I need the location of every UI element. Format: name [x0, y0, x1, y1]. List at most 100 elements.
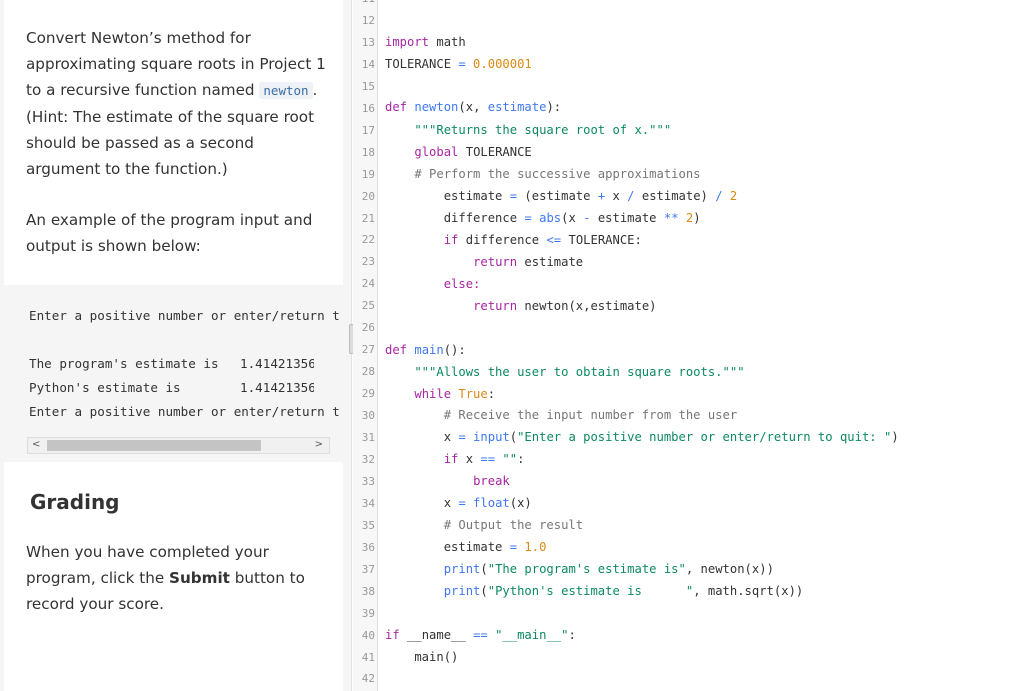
code-token: x: [385, 430, 459, 444]
line-number: 27: [361, 343, 375, 357]
code-line-35[interactable]: # Output the result: [385, 518, 583, 532]
code-line-40[interactable]: if __name__ == "__main__":: [385, 628, 576, 642]
code-token: else:: [443, 277, 481, 291]
scroll-left-arrow-icon[interactable]: <: [32, 439, 40, 450]
line-number: 13: [361, 35, 375, 49]
code-token: 2: [678, 211, 694, 225]
code-line-22[interactable]: if difference <= TOLERANCE:: [385, 233, 642, 247]
code-token: difference: [385, 211, 525, 225]
line-number: 28: [361, 365, 375, 379]
code-token: =: [458, 57, 466, 71]
example-line: Enter a positive number or enter/return …: [29, 308, 339, 323]
line-number: 37: [361, 562, 375, 576]
code-line-36[interactable]: estimate = 1.0: [385, 540, 547, 554]
code-line-13[interactable]: import math: [385, 35, 466, 49]
example-horizontal-scrollbar[interactable]: < >: [27, 437, 330, 454]
code-token: return: [473, 255, 518, 269]
code-line-29[interactable]: while True:: [385, 387, 495, 401]
code-token: /: [715, 189, 723, 203]
grading-heading: Grading: [30, 490, 120, 514]
code-token: estimate: [385, 189, 510, 203]
code-token: global: [414, 145, 459, 159]
code-token: (x): [509, 496, 532, 510]
code-line-27[interactable]: def main():: [385, 343, 466, 357]
code-line-31[interactable]: x = input("Enter a positive number or en…: [385, 430, 899, 444]
line-number: 24: [361, 277, 375, 291]
code-token: "": [495, 452, 518, 466]
code-line-33[interactable]: break: [385, 474, 510, 488]
line-number: 12: [361, 13, 375, 27]
code-token: =: [458, 496, 466, 510]
code-token: 1.0: [517, 540, 547, 554]
code-token: estimate: [385, 540, 510, 554]
line-number: 23: [361, 255, 375, 269]
code-line-21[interactable]: difference = abs(x - estimate ** 2): [385, 211, 701, 225]
inline-code-newton: newton: [259, 82, 313, 99]
code-token: "Python's estimate is ": [487, 584, 694, 598]
code-token: **: [663, 211, 679, 225]
code-token: TOLERANCE: [458, 145, 532, 159]
line-number: 16: [361, 101, 375, 115]
line-number: 40: [361, 628, 375, 642]
line-number: 30: [361, 409, 375, 423]
submit-word: Submit: [169, 569, 230, 587]
code-line-25[interactable]: return newton(x,estimate): [385, 299, 657, 313]
line-number: 32: [361, 452, 375, 466]
code-token: print: [443, 584, 481, 598]
code-line-41[interactable]: main(): [385, 650, 458, 664]
scroll-right-arrow-icon[interactable]: >: [315, 439, 323, 450]
code-token: (x: [561, 211, 584, 225]
code-token: print: [443, 562, 481, 576]
code-line-20[interactable]: estimate = (estimate + x / estimate) / 2: [385, 189, 738, 203]
code-token: (: [480, 562, 488, 576]
code-token: import: [385, 35, 430, 49]
code-token: ):: [546, 100, 562, 114]
example-line: Enter a positive number or enter/return …: [29, 404, 339, 419]
line-number: 11: [353, 0, 377, 6]
code-line-34[interactable]: x = float(x): [385, 496, 532, 510]
code-token: newton: [407, 100, 459, 114]
code-line-14[interactable]: TOLERANCE = 0.000001: [385, 57, 532, 71]
code-line-32[interactable]: if x == "":: [385, 452, 525, 466]
code-token: , math.sqrt(x)): [693, 584, 804, 598]
code-token: return: [473, 299, 518, 313]
code-line-38[interactable]: print("Python's estimate is ", math.sqrt…: [385, 584, 804, 598]
instructions-panel: Convert Newton’s method for approximatin…: [0, 0, 343, 691]
code-token: /: [627, 189, 635, 203]
line-number: 17: [361, 123, 375, 137]
code-line-28[interactable]: """Allows the user to obtain square root…: [385, 365, 744, 379]
code-token: break: [473, 474, 510, 488]
code-token: True: [451, 387, 488, 401]
code-line-17[interactable]: """Returns the square root of x.""": [385, 123, 671, 137]
code-token: while: [414, 387, 452, 401]
code-token: estimate: [590, 211, 664, 225]
line-number: 22: [361, 233, 375, 247]
scrollbar-thumb[interactable]: [47, 440, 261, 451]
code-token: main: [407, 343, 444, 357]
line-number: 39: [361, 606, 375, 620]
code-line-19[interactable]: # Perform the successive approximations: [385, 167, 700, 181]
code-token: ): [693, 211, 701, 225]
code-token: (: [509, 430, 518, 444]
code-line-37[interactable]: print("The program's estimate is", newto…: [385, 562, 774, 576]
line-number: 38: [361, 584, 375, 598]
line-number: 18: [361, 145, 375, 159]
example-intro: An example of the program input and outp…: [26, 211, 313, 255]
code-token: (estimate: [517, 189, 598, 203]
line-number: 14: [361, 57, 375, 71]
code-token: newton(x,estimate): [517, 299, 657, 313]
code-line-23[interactable]: return estimate: [385, 255, 583, 269]
code-token: (: [480, 584, 488, 598]
line-number: 19: [361, 167, 375, 181]
code-line-24[interactable]: else:: [385, 277, 481, 291]
code-line-18[interactable]: global TOLERANCE: [385, 145, 532, 159]
code-line-30[interactable]: # Receive the input number from the user: [385, 408, 738, 422]
code-token: 2: [722, 189, 738, 203]
code-token: <=: [546, 233, 562, 247]
line-number: 25: [361, 299, 375, 313]
line-number: 26: [361, 321, 375, 335]
line-number: 21: [361, 211, 375, 225]
code-editor[interactable]: 1112131415161718192021222324252627282930…: [353, 0, 1024, 691]
code-token: if: [443, 452, 459, 466]
code-line-16[interactable]: def newton(x, estimate):: [385, 100, 561, 114]
